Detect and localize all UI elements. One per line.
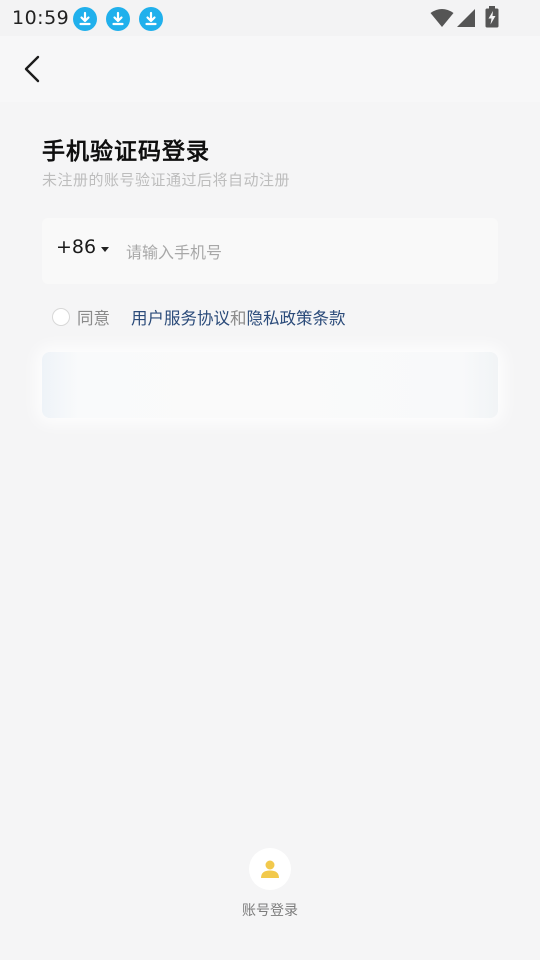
header-bar [0, 36, 540, 102]
page-title: 手机验证码登录 [42, 139, 210, 165]
chevron-left-icon [24, 55, 40, 83]
status-bar: 10:59 [0, 0, 540, 36]
agree-checkbox[interactable] [52, 308, 70, 326]
battery-charging-icon [485, 6, 499, 32]
country-code-value: +86 [56, 236, 97, 258]
agreement-conjunction: 和 [230, 309, 247, 328]
phone-input[interactable] [124, 234, 488, 270]
wifi-icon [430, 8, 454, 32]
agreement-row: 同意 用户服务协议 和 隐私政策条款 [52, 305, 346, 329]
privacy-link[interactable]: 隐私政策条款 [247, 305, 346, 329]
account-icon-container [249, 848, 291, 890]
login-button[interactable] [42, 352, 498, 418]
status-time: 10:59 [12, 7, 70, 29]
download-icon [139, 7, 163, 31]
page-subtitle: 未注册的账号验证通过后将自动注册 [42, 171, 291, 189]
download-icon [106, 7, 130, 31]
agree-label: 同意 [77, 309, 110, 328]
back-button[interactable] [14, 50, 52, 88]
terms-link[interactable]: 用户服务协议 [131, 305, 230, 329]
caret-down-icon [101, 247, 110, 252]
user-icon [261, 860, 279, 878]
signal-icon [456, 8, 476, 32]
phone-field: +86 [42, 218, 498, 284]
country-code-selector[interactable]: +86 [56, 236, 110, 258]
account-login-button[interactable]: 账号登录 [230, 848, 310, 924]
account-login-label: 账号登录 [242, 903, 298, 919]
download-icon [73, 7, 97, 31]
